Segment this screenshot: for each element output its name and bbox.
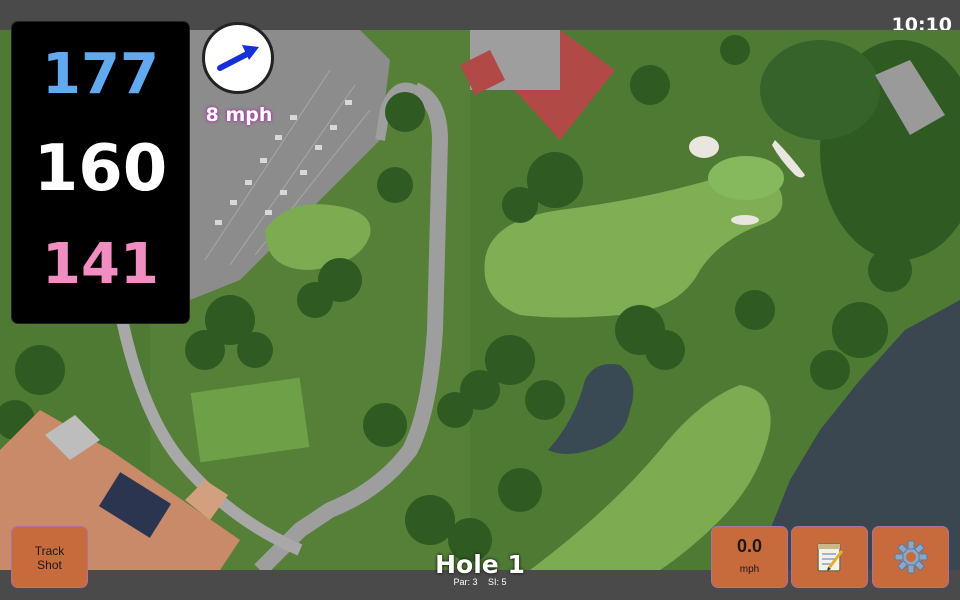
hole-stroke-index: SI: 5: [488, 577, 507, 587]
hole-par: Par: 3: [453, 577, 478, 587]
yardage-panel: 177 160 141: [12, 22, 189, 323]
speed-button[interactable]: 0.0 mph: [712, 527, 787, 587]
track-shot-button[interactable]: Track Shot: [12, 527, 87, 587]
arrow-icon: [217, 45, 259, 71]
notes-button[interactable]: [792, 527, 867, 587]
middle-yardage: 160: [33, 132, 168, 206]
back-yardage: 177: [42, 42, 159, 107]
front-yardage: 141: [42, 232, 159, 297]
hole-info: Par: 3 SI: 5: [390, 577, 570, 587]
track-shot-label-line2: Shot: [37, 558, 62, 572]
gear-icon: [894, 540, 928, 574]
speed-value: 0.0: [736, 536, 763, 556]
hole-title: Hole 1: [435, 550, 525, 579]
wind-direction-indicator: [202, 22, 274, 94]
settings-button[interactable]: [873, 527, 948, 587]
wind-speed-label: 8 mph: [205, 104, 273, 126]
notepad-icon: [817, 543, 844, 572]
speed-unit: mph: [739, 564, 760, 575]
track-shot-label-line1: Track: [34, 544, 65, 558]
